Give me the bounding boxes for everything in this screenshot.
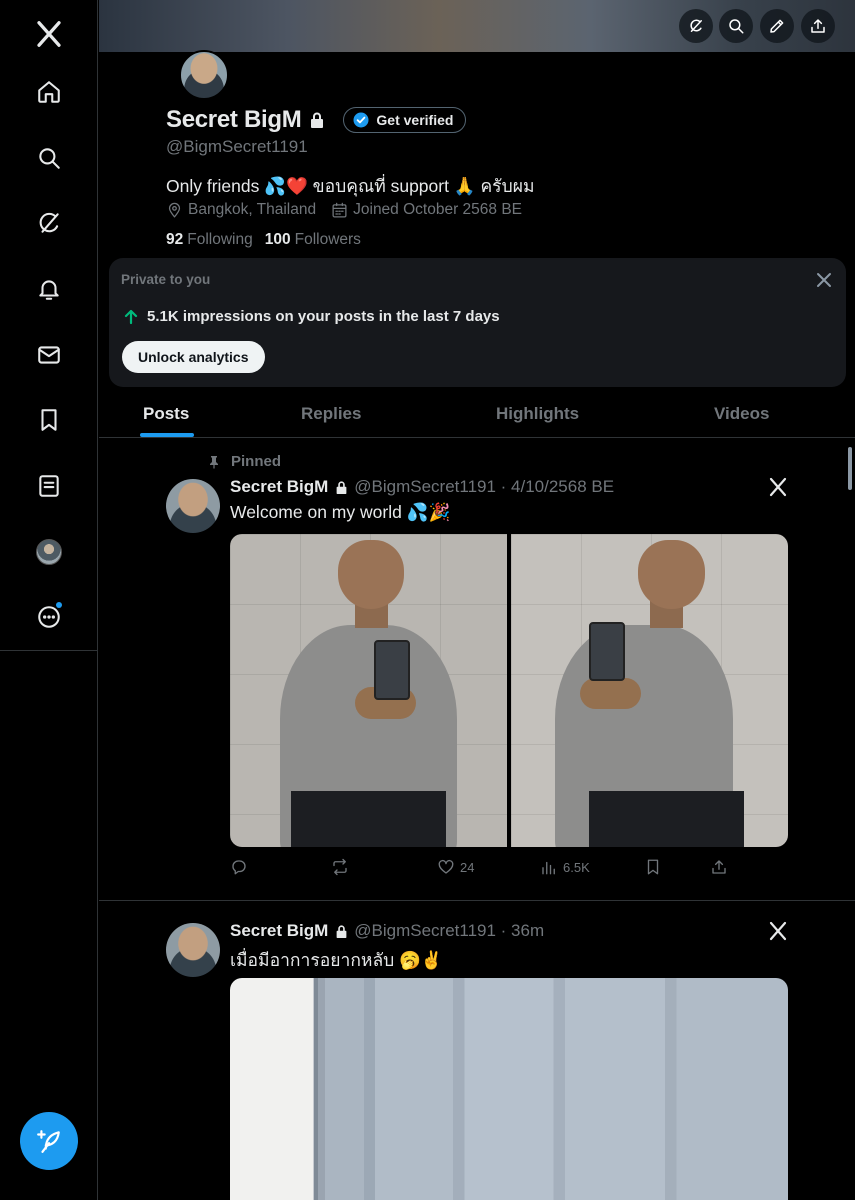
followers-link[interactable]: 100 Followers <box>265 231 361 249</box>
bookmark-icon <box>647 859 659 875</box>
impressions-stat: 5.1K impressions on your posts in the la… <box>123 308 500 325</box>
analytics-private-label: Private to you <box>121 272 211 287</box>
x-logo-icon[interactable] <box>25 10 73 58</box>
post-text: เมื่อมีอาการอยากหลับ 🥱✌️ <box>230 950 443 970</box>
post-text: Welcome on my world 💦🎉 <box>230 502 451 522</box>
tab-posts[interactable]: Posts <box>143 390 189 438</box>
lists-icon[interactable] <box>25 462 73 510</box>
repost-icon <box>333 858 347 876</box>
display-name: Secret BigM <box>166 106 302 133</box>
close-icon[interactable] <box>816 272 832 288</box>
unlock-analytics-button[interactable]: Unlock analytics <box>122 341 265 373</box>
pinned-label: Pinned <box>231 453 282 470</box>
home-icon[interactable] <box>25 68 73 116</box>
left-navigation-rail <box>0 0 98 1200</box>
verified-badge-icon <box>353 112 369 128</box>
repost-button[interactable] <box>331 858 349 876</box>
profile-bio: Only friends 💦❤️ ขอบคุณที่ support 🙏 ครั… <box>166 176 535 196</box>
pin-icon <box>210 455 218 468</box>
avatar[interactable] <box>166 923 220 977</box>
active-tab-indicator <box>140 433 194 437</box>
following-count: 92 <box>166 231 184 248</box>
edit-icon[interactable] <box>760 9 794 43</box>
location-item: Bangkok, Thailand <box>166 201 316 219</box>
pinned-indicator: Pinned <box>207 453 281 470</box>
post-header: Secret BigM @BigmSecret1191 · 36m <box>230 920 544 942</box>
grok-icon[interactable] <box>679 9 713 43</box>
more-icon[interactable] <box>25 593 73 641</box>
feather-plus-icon <box>37 1130 60 1153</box>
tab-highlights[interactable]: Highlights <box>496 390 579 438</box>
joined-item: Joined October 2568 BE <box>331 201 522 219</box>
reply-icon <box>232 860 246 875</box>
scrollbar-thumb[interactable] <box>848 447 852 490</box>
follow-counts: 92 Following 100 Followers <box>166 231 373 249</box>
compose-button[interactable] <box>20 1112 78 1170</box>
post-header: Secret BigM @BigmSecret1191 · 4/10/2568 … <box>230 476 614 498</box>
share-button[interactable] <box>710 858 728 876</box>
notification-dot <box>56 602 62 608</box>
post-photo[interactable] <box>230 978 788 1200</box>
tab-videos[interactable]: Videos <box>714 390 769 438</box>
search-icon[interactable] <box>719 9 753 43</box>
grok-icon[interactable] <box>25 199 73 247</box>
bookmark-icon[interactable] <box>25 396 73 444</box>
rail-divider <box>0 650 98 651</box>
get-verified-button[interactable]: Get verified <box>343 107 467 133</box>
analytics-card: Private to you 5.1K impressions on your … <box>109 258 846 387</box>
bell-icon[interactable] <box>25 265 73 313</box>
heart-icon <box>438 859 454 874</box>
followers-count: 100 <box>264 231 291 248</box>
profile-main-column: Secret BigM Get verified @BigmSecret1191… <box>99 0 855 1200</box>
followers-label: Followers <box>294 231 361 248</box>
post-actions: 24 6.5K <box>230 858 790 878</box>
like-count: 24 <box>460 859 475 875</box>
view-count: 6.5K <box>563 859 590 875</box>
mail-icon[interactable] <box>25 331 73 379</box>
profile-name-row: Secret BigM Get verified <box>166 104 467 136</box>
post-divider <box>99 900 855 901</box>
arrow-up-icon <box>124 309 138 324</box>
post-handle-date[interactable]: @BigmSecret1191 · 36m <box>354 921 544 941</box>
reply-button[interactable] <box>230 858 248 876</box>
share-icon <box>712 860 726 874</box>
avatar[interactable] <box>25 528 73 576</box>
profile-meta: Bangkok, Thailand Joined October 2568 BE <box>166 200 537 220</box>
views-button[interactable]: 6.5K <box>540 858 590 876</box>
profile-avatar-thumb <box>36 539 62 565</box>
location-text: Bangkok, Thailand <box>188 201 317 218</box>
lock-icon <box>309 111 325 129</box>
views-icon <box>542 861 555 875</box>
location-pin-icon <box>168 202 181 218</box>
post-author-name[interactable]: Secret BigM <box>230 921 328 941</box>
post-photo[interactable] <box>230 534 507 847</box>
post-media-grid <box>230 534 788 847</box>
like-button[interactable]: 24 <box>437 858 474 876</box>
following-link[interactable]: 92 Following <box>166 231 253 249</box>
avatar[interactable] <box>166 479 220 533</box>
post-photo[interactable] <box>511 534 788 847</box>
post-handle-date[interactable]: @BigmSecret1191 · 4/10/2568 BE <box>354 477 614 497</box>
search-icon[interactable] <box>25 134 73 182</box>
calendar-icon <box>332 202 347 218</box>
get-verified-label: Get verified <box>376 112 454 128</box>
lock-icon <box>335 480 348 495</box>
post-author-name[interactable]: Secret BigM <box>230 477 328 497</box>
profile-avatar[interactable] <box>179 50 229 100</box>
share-icon[interactable] <box>801 9 835 43</box>
x-logo-icon[interactable] <box>768 921 788 941</box>
x-logo-icon[interactable] <box>768 477 788 497</box>
joined-text: Joined October 2568 BE <box>353 201 523 218</box>
following-label: Following <box>187 231 253 248</box>
tab-replies[interactable]: Replies <box>301 390 361 438</box>
profile-tabs: Posts Replies Highlights Videos <box>99 390 855 438</box>
profile-handle: @BigmSecret1191 <box>166 137 308 156</box>
bookmark-button[interactable] <box>644 858 662 876</box>
impressions-text: 5.1K impressions on your posts in the la… <box>147 308 500 325</box>
lock-icon <box>335 924 348 939</box>
